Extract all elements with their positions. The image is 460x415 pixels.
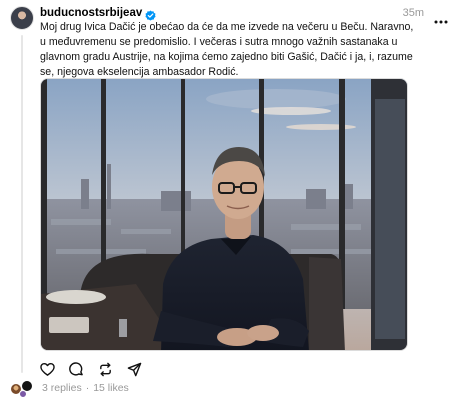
heart-icon[interactable] (40, 362, 55, 377)
verified-badge-icon (145, 8, 156, 21)
avatar[interactable] (10, 6, 34, 30)
post-stats: 3 replies · 15 likes (42, 382, 129, 394)
username[interactable]: buducnostsrbijeav (40, 7, 142, 19)
threads-post: buducnostsrbijeav 35m Moj drug Ivica Dač… (0, 0, 460, 415)
replies-count[interactable]: 3 replies (42, 382, 82, 394)
likes-count[interactable]: 15 likes (93, 382, 129, 394)
more-horizontal-icon[interactable] (434, 11, 448, 24)
stats-separator: · (85, 382, 90, 394)
avatar-column (10, 6, 34, 30)
post-footer: 3 replies · 15 likes (10, 380, 210, 398)
post-time[interactable]: 35m (403, 7, 424, 19)
thread-line (21, 35, 23, 373)
repost-icon[interactable] (98, 362, 113, 377)
reply-avatar (19, 390, 27, 398)
post-image[interactable] (40, 78, 408, 351)
send-icon[interactable] (127, 362, 142, 377)
comment-icon[interactable] (69, 361, 84, 377)
post-header: buducnostsrbijeav 35m (40, 5, 448, 24)
reply-avatars (10, 380, 38, 398)
post-text: Moj drug Ivica Dačić je obećao da će da … (40, 21, 414, 78)
action-bar (40, 361, 142, 377)
